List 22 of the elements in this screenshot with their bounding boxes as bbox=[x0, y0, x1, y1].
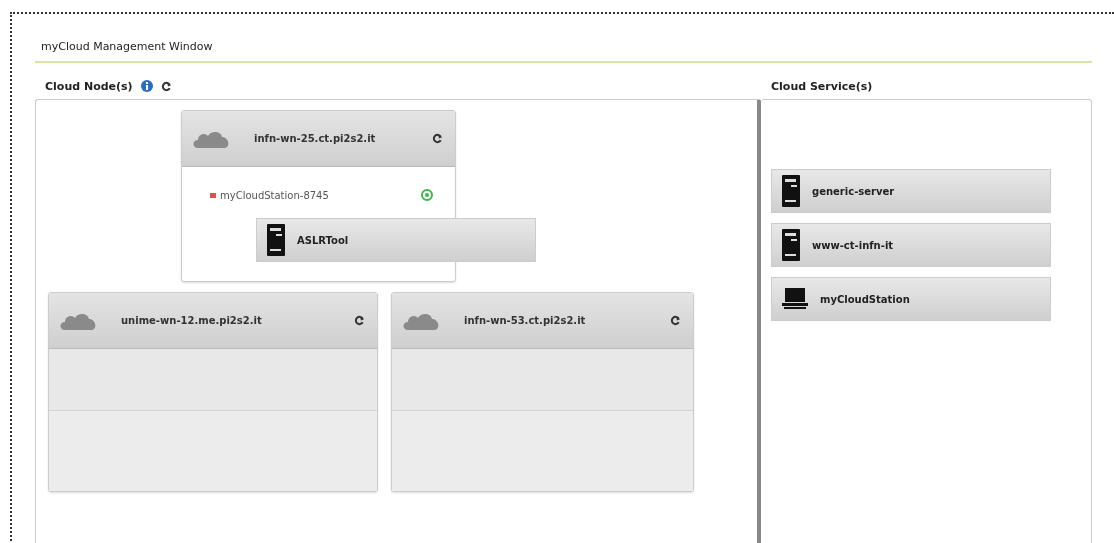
node-name: infn-wn-53.ct.pi2s2.it bbox=[464, 315, 586, 326]
service-item[interactable]: www-ct-infn-it bbox=[771, 223, 1051, 267]
refresh-icon[interactable] bbox=[670, 315, 681, 326]
refresh-icon[interactable] bbox=[354, 315, 365, 326]
node-name: unime-wn-12.me.pi2s2.it bbox=[121, 315, 262, 326]
dragged-service-item[interactable]: ASLRTool bbox=[256, 218, 536, 262]
bullet-icon bbox=[210, 192, 216, 198]
instance-name[interactable]: myCloudStation-8745 bbox=[220, 189, 329, 201]
computer-icon bbox=[782, 288, 808, 310]
refresh-icon[interactable] bbox=[432, 133, 443, 144]
refresh-icon[interactable] bbox=[160, 80, 172, 92]
status-icon[interactable] bbox=[421, 189, 433, 201]
panel-title: Cloud Node(s) bbox=[45, 79, 133, 93]
info-icon[interactable] bbox=[140, 80, 153, 92]
server-icon bbox=[267, 224, 285, 256]
node-name: infn-wn-25.ct.pi2s2.it bbox=[254, 133, 376, 144]
panel-title: Cloud Service(s) bbox=[771, 79, 873, 93]
server-icon bbox=[782, 229, 800, 261]
service-item[interactable]: myCloudStation bbox=[771, 277, 1051, 321]
service-item[interactable]: generic-server bbox=[771, 169, 1051, 213]
server-icon bbox=[782, 175, 800, 207]
window-title: myCloud Management Window bbox=[35, 40, 1092, 63]
